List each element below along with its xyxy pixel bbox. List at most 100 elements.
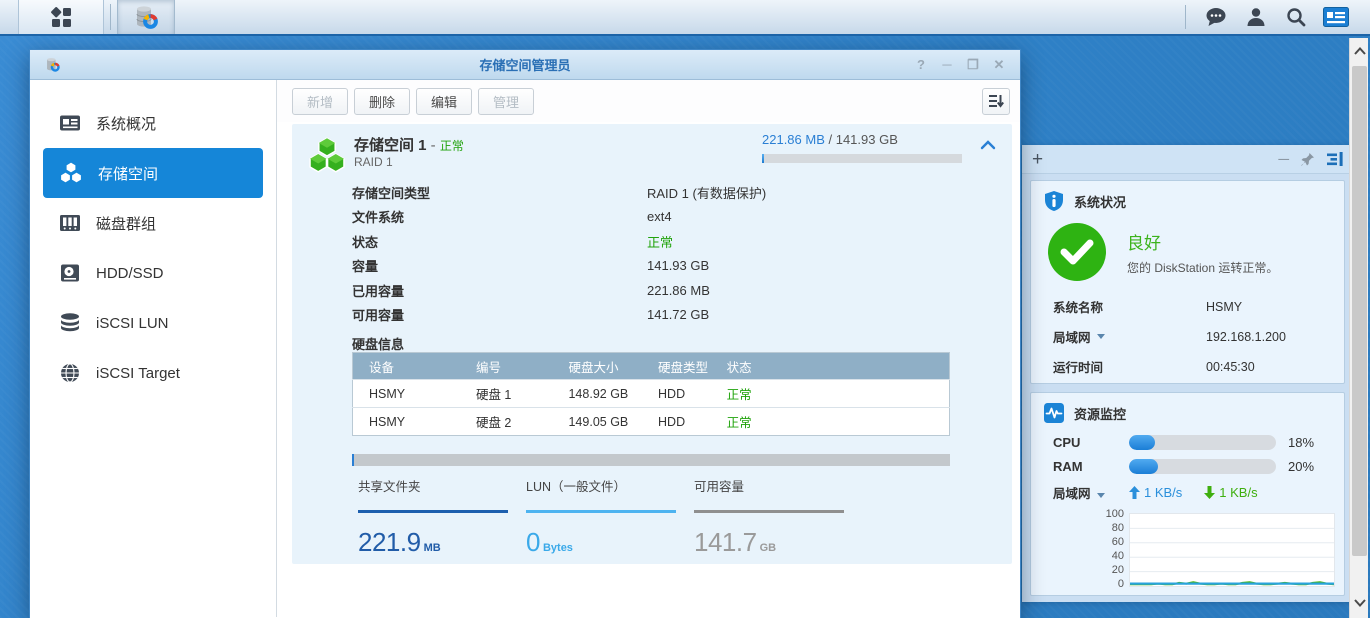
ram-percent: 20% bbox=[1288, 459, 1314, 474]
list-sort-icon bbox=[988, 94, 1004, 108]
health-description: 您的 DiskStation 运转正常。 bbox=[1127, 259, 1278, 276]
detail-row: 已用容量221.86 MB bbox=[352, 278, 766, 303]
volume-status-badge: 正常 bbox=[440, 139, 464, 153]
capacity-stats: 共享文件夹 221.9MB LUN（一般文件） 0Bytes 可用容量 bbox=[358, 476, 862, 558]
sidebar-item-overview[interactable]: 系统概况 bbox=[30, 98, 276, 148]
sidebar-item-storage-volume[interactable]: 存储空间 bbox=[43, 148, 263, 198]
ram-bar-fill bbox=[1129, 459, 1158, 474]
sidebar-item-label: 系统概况 bbox=[96, 113, 156, 134]
stat-underline bbox=[694, 510, 844, 513]
panel-layout-icon[interactable] bbox=[1327, 152, 1343, 166]
disk-info-table: 设备 编号 硬盘大小 硬盘类型 状态 HSMY 硬盘 1 148 bbox=[352, 352, 950, 436]
taskbar-right bbox=[1175, 0, 1370, 34]
sidebar-item-iscsi-target[interactable]: iSCSI Target bbox=[30, 348, 276, 398]
widgets-panel-icon bbox=[1323, 7, 1349, 27]
scroll-up-icon[interactable] bbox=[1350, 40, 1369, 62]
chevron-down-icon[interactable] bbox=[1097, 493, 1105, 498]
download-rate: 1 KB/s bbox=[1204, 485, 1257, 500]
widget-panel: + ─ bbox=[1022, 145, 1353, 602]
manage-button[interactable]: 管理 bbox=[478, 88, 534, 115]
user-menu-button[interactable] bbox=[1236, 0, 1276, 34]
delete-button[interactable]: 删除 bbox=[354, 88, 410, 115]
sidebar-item-label: HDD/SSD bbox=[96, 265, 164, 282]
scroll-down-icon[interactable] bbox=[1350, 592, 1369, 614]
window-controls: ? ─ ❐ ✕ bbox=[910, 55, 1020, 75]
uptime-row: 运行时间 00:45:30 bbox=[1053, 357, 1255, 376]
chevron-down-icon[interactable] bbox=[1097, 334, 1105, 339]
ram-meter bbox=[1129, 459, 1276, 474]
system-status-title-row: 系统状况 bbox=[1031, 181, 1344, 212]
sidebar-item-label: iSCSI LUN bbox=[96, 315, 169, 332]
hdd-icon bbox=[58, 261, 82, 285]
search-icon bbox=[1285, 6, 1307, 28]
stat-available: 可用容量 141.7GB bbox=[694, 476, 844, 558]
search-button[interactable] bbox=[1276, 0, 1316, 34]
stat-shared-folders: 共享文件夹 221.9MB bbox=[358, 476, 508, 558]
chat-bubble-icon bbox=[1204, 6, 1228, 28]
list-sort-button[interactable] bbox=[982, 88, 1010, 115]
edit-button[interactable]: 编辑 bbox=[416, 88, 472, 115]
window-title: 存储空间管理员 bbox=[30, 55, 1020, 74]
sidebar-item-disk-group[interactable]: 磁盘群组 bbox=[30, 198, 276, 248]
volume-usage-bar-fill bbox=[762, 154, 764, 163]
volume-raid-type: RAID 1 bbox=[354, 155, 393, 169]
help-button[interactable]: ? bbox=[910, 55, 932, 75]
pin-icon[interactable] bbox=[1301, 152, 1315, 167]
col-device[interactable]: 设备 bbox=[353, 353, 460, 380]
col-status[interactable]: 状态 bbox=[711, 353, 950, 380]
desktop-scrollbar[interactable] bbox=[1349, 38, 1368, 618]
detail-row: 状态正常 bbox=[352, 229, 766, 254]
monitor-pulse-icon bbox=[1043, 402, 1065, 424]
sidebar-item-hdd-ssd[interactable]: HDD/SSD bbox=[30, 248, 276, 298]
volume-title: 存储空间 1 - 正常 bbox=[354, 134, 464, 155]
collapse-volume-button[interactable] bbox=[980, 140, 996, 150]
lan-throughput-row: 局域网 1 KB/s 1 KB/s bbox=[1053, 483, 1280, 502]
col-type[interactable]: 硬盘类型 bbox=[642, 353, 711, 380]
maximize-button[interactable]: ❐ bbox=[962, 55, 984, 75]
table-row[interactable]: HSMY 硬盘 2 149.05 GB HDD 正常 bbox=[353, 408, 950, 436]
sidebar-item-label: 磁盘群组 bbox=[96, 213, 156, 234]
taskbar bbox=[0, 0, 1370, 36]
upload-rate: 1 KB/s bbox=[1129, 485, 1182, 500]
col-size[interactable]: 硬盘大小 bbox=[552, 353, 642, 380]
sidebar-item-label: 存储空间 bbox=[98, 163, 158, 184]
sidebar-item-iscsi-lun[interactable]: iSCSI LUN bbox=[30, 298, 276, 348]
resource-monitor-widget: 资源监控 CPU 18% RAM 20% 局域网 1 KB/s bbox=[1030, 392, 1345, 596]
sidebar: 系统概况 存储空间 bbox=[30, 80, 277, 617]
status-value: 正常 bbox=[647, 232, 673, 251]
lan-ip-row: 局域网 192.168.1.200 bbox=[1053, 327, 1286, 346]
panel-minimize-button[interactable]: ─ bbox=[1278, 152, 1289, 167]
status-ok-icon bbox=[1048, 223, 1106, 281]
window-titlebar[interactable]: 存储空间管理员 ? ─ ❐ ✕ bbox=[30, 50, 1020, 80]
main-menu-icon bbox=[48, 4, 74, 30]
minimize-button[interactable]: ─ bbox=[936, 55, 958, 75]
disk-group-icon bbox=[58, 211, 82, 235]
lun-icon bbox=[58, 311, 82, 335]
cpu-bar-fill bbox=[1129, 435, 1155, 450]
info-shield-icon bbox=[1043, 190, 1065, 212]
content-area: 新增 删除 编辑 管理 bbox=[277, 80, 1020, 617]
sidebar-item-label: iSCSI Target bbox=[96, 365, 180, 382]
cpu-meter bbox=[1129, 435, 1276, 450]
create-button[interactable]: 新增 bbox=[292, 88, 348, 115]
capacity-bar bbox=[352, 454, 950, 466]
widgets-toggle-button[interactable] bbox=[1316, 0, 1356, 34]
col-number[interactable]: 编号 bbox=[460, 353, 553, 380]
main-menu-button[interactable] bbox=[18, 0, 104, 34]
close-button[interactable]: ✕ bbox=[988, 55, 1010, 75]
volume-card: 存储空间 1 - 正常 RAID 1 221.86 MB / 141.93 GB bbox=[292, 124, 1012, 564]
notifications-button[interactable] bbox=[1196, 0, 1236, 34]
chevron-up-icon bbox=[980, 140, 996, 150]
table-header-row: 设备 编号 硬盘大小 硬盘类型 状态 bbox=[353, 353, 950, 380]
stat-underline bbox=[358, 510, 508, 513]
taskbar-storage-manager-button[interactable] bbox=[117, 0, 175, 34]
volume-cubes-icon bbox=[58, 160, 84, 186]
table-row[interactable]: HSMY 硬盘 1 148.92 GB HDD 正常 bbox=[353, 380, 950, 408]
detail-row: 文件系统ext4 bbox=[352, 205, 766, 230]
toolbar: 新增 删除 编辑 管理 bbox=[277, 80, 1020, 122]
scrollbar-thumb[interactable] bbox=[1352, 66, 1367, 556]
cpu-row: CPU 18% bbox=[1053, 435, 1314, 450]
add-widget-button[interactable]: + bbox=[1032, 150, 1043, 169]
volume-details: 存储空间类型RAID 1 (有数据保护) 文件系统ext4 状态正常 容量141… bbox=[352, 180, 766, 327]
user-icon bbox=[1245, 6, 1267, 28]
